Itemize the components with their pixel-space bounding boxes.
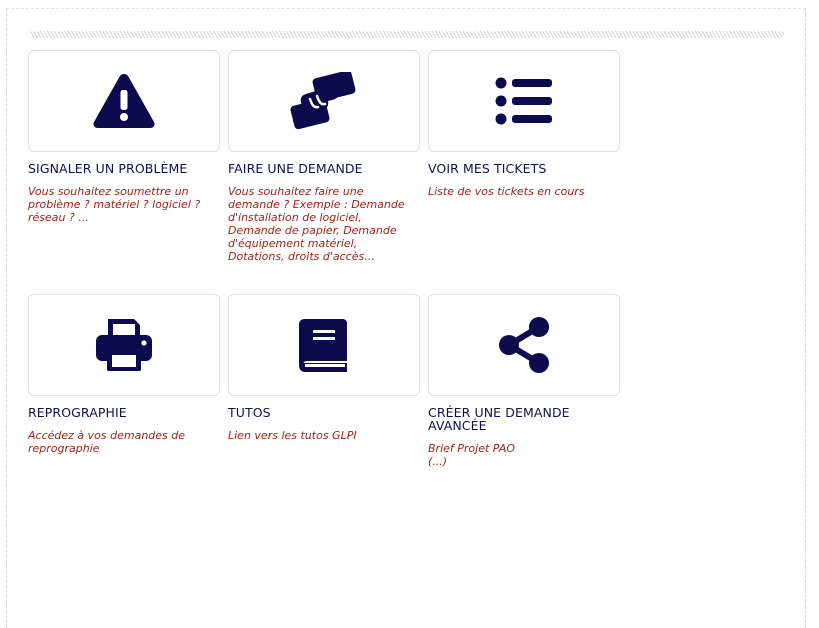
tile-icon-box[interactable] <box>428 50 620 152</box>
tile-description: Liste de vos tickets en cours <box>428 185 585 198</box>
tile-icon-box[interactable] <box>228 294 420 396</box>
tile-icon-box[interactable] <box>28 50 220 152</box>
tile-icon-box[interactable] <box>28 294 220 396</box>
tile-description: Brief Projet PAO (...) <box>428 442 516 468</box>
tile-description: Vous souhaitez soumettre un problème ? m… <box>28 185 201 224</box>
tile-description: Vous souhaitez faire une demande ? Exemp… <box>228 185 405 263</box>
warning-triangle-icon <box>93 74 155 128</box>
tile-tutos[interactable]: TUTOS Lien vers les tutos GLPI <box>228 294 428 442</box>
tile-description: Accédez à vos demandes de reprographie <box>28 429 186 455</box>
section-divider <box>30 31 784 38</box>
tile-title[interactable]: CRÉER UNE DEMANDE AVANCÉE <box>428 406 613 432</box>
tile-faire-demande[interactable]: FAIRE UNE DEMANDE Vous souhaitez faire u… <box>228 50 428 263</box>
book-icon <box>299 319 347 372</box>
tile-title[interactable]: TUTOS <box>228 406 413 419</box>
tile-voir-tickets[interactable]: VOIR MES TICKETS Liste de vos tickets en… <box>428 50 628 198</box>
tile-title[interactable]: FAIRE UNE DEMANDE <box>228 162 413 175</box>
tile-signaler-probleme[interactable]: SIGNALER UN PROBLÈME Vous souhaitez soum… <box>28 50 228 224</box>
tile-title[interactable]: SIGNALER UN PROBLÈME <box>28 162 213 175</box>
share-icon <box>499 317 549 373</box>
handshake-icon <box>290 72 356 130</box>
tile-description: Lien vers les tutos GLPI <box>228 429 357 442</box>
list-icon <box>495 77 552 125</box>
tile-icon-box[interactable] <box>428 294 620 396</box>
tile-creer-demande-avancee[interactable]: CRÉER UNE DEMANDE AVANCÉE Brief Projet P… <box>428 294 628 468</box>
tile-icon-box[interactable] <box>228 50 420 152</box>
tile-title[interactable]: REPROGRAPHIE <box>28 406 213 419</box>
printer-icon <box>96 319 152 371</box>
tile-reprographie[interactable]: REPROGRAPHIE Accédez à vos demandes de r… <box>28 294 228 455</box>
tile-title[interactable]: VOIR MES TICKETS <box>428 162 613 175</box>
